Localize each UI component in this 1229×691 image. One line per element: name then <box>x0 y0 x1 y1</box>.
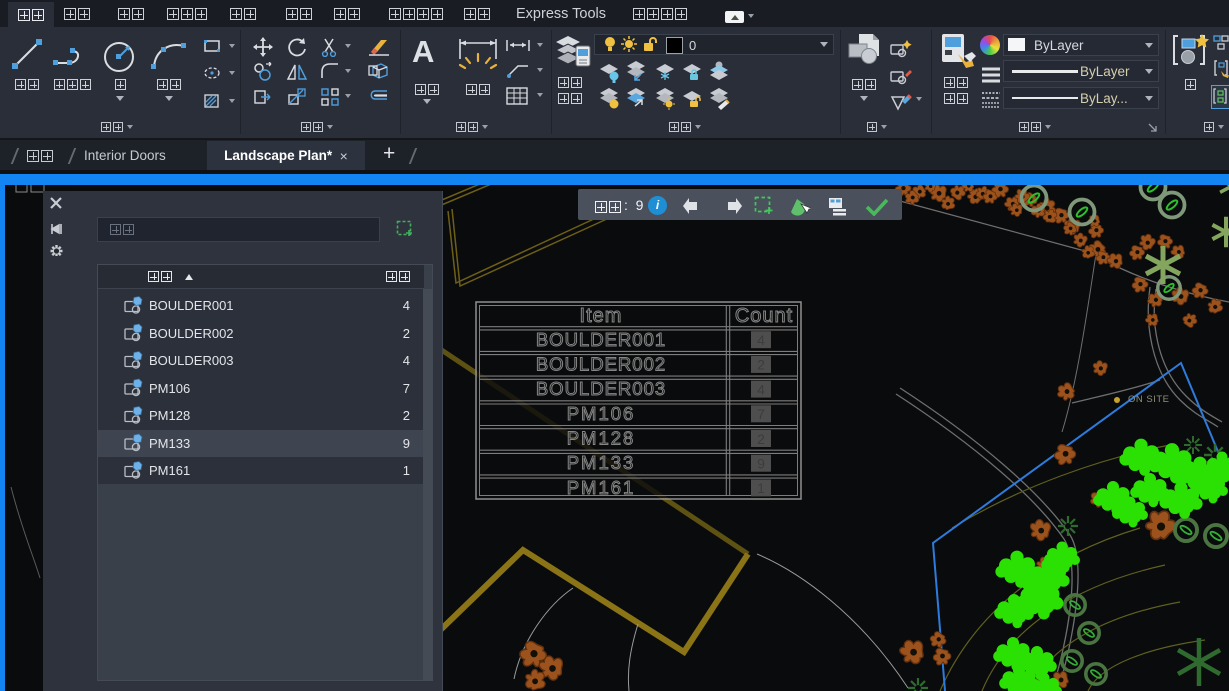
svg-text:4: 4 <box>757 332 765 348</box>
svg-text:PM133: PM133 <box>567 452 636 473</box>
svg-text:PM161: PM161 <box>567 477 636 498</box>
svg-text:PM128: PM128 <box>567 428 636 449</box>
svg-text:BOULDER001: BOULDER001 <box>536 329 666 350</box>
svg-text:BOULDER002: BOULDER002 <box>536 354 666 375</box>
svg-text:1: 1 <box>757 480 765 496</box>
svg-text:2: 2 <box>757 357 765 373</box>
svg-text:7: 7 <box>757 406 765 422</box>
svg-text:9: 9 <box>757 456 765 472</box>
svg-text:Item: Item <box>580 305 623 327</box>
svg-text:BOULDER003: BOULDER003 <box>536 378 666 399</box>
svg-text:Count: Count <box>735 305 793 327</box>
svg-text:PM106: PM106 <box>567 403 636 424</box>
svg-text:2: 2 <box>757 431 765 447</box>
svg-text:ON SITE: ON SITE <box>1128 394 1170 405</box>
svg-text:4: 4 <box>757 381 765 397</box>
